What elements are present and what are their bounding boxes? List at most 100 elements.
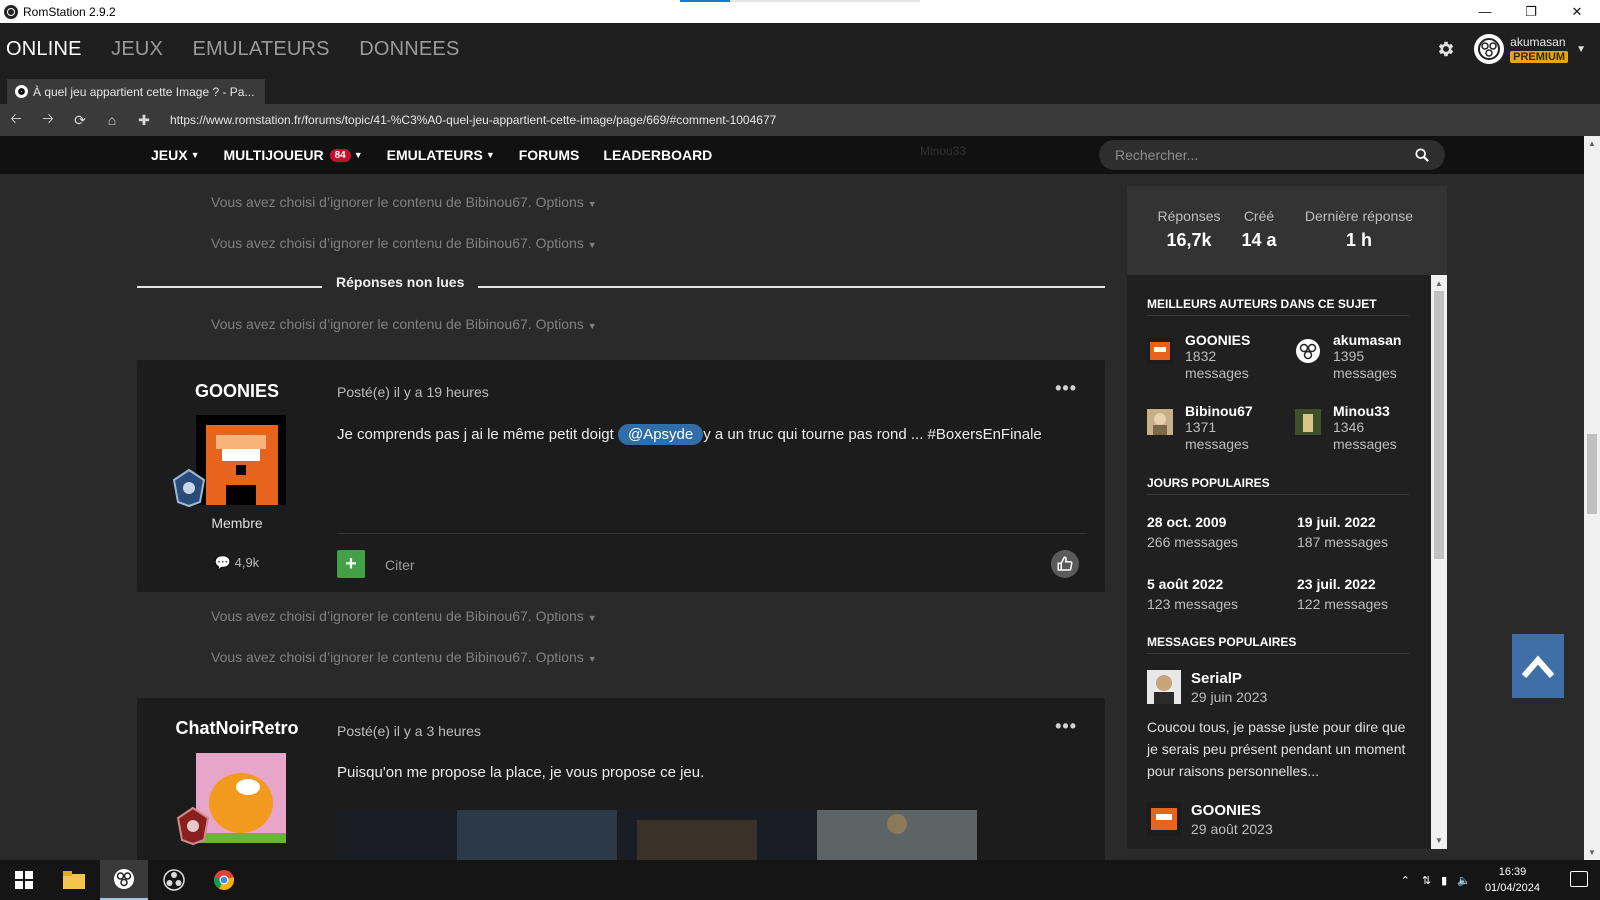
ignored-options-link[interactable]: Options ▼	[536, 649, 597, 665]
popular-day[interactable]: 23 juil. 2022 122 messages	[1297, 576, 1388, 612]
chrome-icon[interactable]	[200, 860, 248, 900]
ignored-options-label: Options	[535, 194, 584, 210]
minimize-button[interactable]: —	[1462, 0, 1508, 23]
author-count-unit: messages	[1333, 436, 1397, 452]
tab-title: À quel jeu appartient cette Image ? - Pa…	[33, 84, 255, 99]
user-menu[interactable]: akumasan PREMIUM	[1510, 35, 1569, 63]
forum-post: GOONIES Membre 💬 4,9k Posté(e) il y a 19…	[137, 360, 1105, 592]
popular-day-date: 28 oct. 2009	[1147, 514, 1227, 530]
sitenav-jeux[interactable]: JEUX ▼	[151, 147, 200, 163]
post-date: Posté(e) il y a 3 heures	[337, 723, 481, 739]
scroll-down-arrow-icon[interactable]: ▼	[1431, 836, 1447, 845]
ignored-options-link[interactable]: Options ▼	[536, 194, 597, 210]
home-icon[interactable]: ⌂	[96, 112, 128, 128]
author-name: Bibinou67	[1185, 403, 1253, 419]
like-button[interactable]	[1051, 550, 1079, 578]
gear-icon[interactable]	[1436, 39, 1456, 59]
top-author[interactable]: Bibinou67 1371 messages	[1147, 403, 1253, 453]
sidebar-panel: MEILLEURS AUTEURS DANS CE SUJET GOONIES 1…	[1127, 275, 1447, 849]
post-author[interactable]: GOONIES	[137, 381, 337, 402]
app-nav-online[interactable]: ONLINE	[6, 38, 82, 60]
app-nav-emulateurs[interactable]: EMULATEURS	[193, 38, 330, 60]
scrollbar-thumb[interactable]	[1587, 434, 1597, 514]
stat-value: 1 h	[1345, 230, 1372, 250]
popular-post-excerpt[interactable]: Coucou tous, je passe juste pour dire qu…	[1147, 716, 1417, 782]
sitenav-multijoueur[interactable]: MULTIJOUEUR 84 ▼	[224, 147, 363, 163]
stat-label: Réponses	[1157, 208, 1221, 224]
popular-post-date: 29 août 2023	[1191, 821, 1273, 837]
author-avatar	[1147, 802, 1181, 836]
post-avatar[interactable]	[196, 415, 286, 505]
sitenav-forums[interactable]: FORUMS	[519, 147, 580, 163]
ignored-text: Vous avez choisi d’ignorer le contenu de…	[211, 194, 532, 210]
ignored-notice: Vous avez choisi d’ignorer le contenu de…	[211, 316, 597, 332]
popular-post-author[interactable]: GOONIES 29 août 2023	[1147, 802, 1273, 837]
battery-icon[interactable]: ▮	[1441, 874, 1447, 887]
scroll-up-arrow-icon[interactable]: ▲	[1584, 139, 1600, 148]
post-options-icon[interactable]: •••	[1055, 378, 1077, 399]
unread-divider-left	[137, 286, 322, 288]
popular-day[interactable]: 19 juil. 2022 187 messages	[1297, 514, 1388, 550]
ignored-options-label: Options	[535, 649, 584, 665]
file-explorer-icon[interactable]	[50, 860, 98, 900]
author-count-unit: messages	[1185, 436, 1249, 452]
sidebar-scrollbar[interactable]: ▲ ▼	[1431, 275, 1447, 849]
user-mention[interactable]: @Apsyde	[617, 424, 704, 445]
obs-icon[interactable]	[150, 860, 198, 900]
post-text: Je comprends pas j ai le même petit doig…	[337, 426, 614, 443]
author-avatar	[1295, 409, 1321, 435]
reload-icon[interactable]: ⟳	[64, 112, 96, 129]
ignored-options-link[interactable]: Options ▼	[536, 235, 597, 251]
close-button[interactable]: ✕	[1554, 0, 1600, 23]
page-scrollbar[interactable]: ▲ ▼	[1584, 136, 1600, 860]
app-nav-donnees[interactable]: DONNEES	[359, 38, 459, 60]
quote-button[interactable]: Citer	[385, 557, 415, 573]
popular-day[interactable]: 5 août 2022 123 messages	[1147, 576, 1238, 612]
search-input[interactable]: Rechercher...	[1099, 140, 1445, 170]
top-author[interactable]: Minou33 1346 messages	[1295, 403, 1397, 453]
sitenav-leaderboard[interactable]: LEADERBOARD	[603, 147, 712, 163]
author-avatar	[1147, 338, 1173, 364]
windows-start-icon[interactable]	[0, 860, 48, 900]
tray-chevron-up-icon[interactable]: ⌃	[1401, 874, 1410, 887]
popular-day[interactable]: 28 oct. 2009 266 messages	[1147, 514, 1238, 550]
stat-label: Créé	[1243, 208, 1275, 224]
volume-icon[interactable]: 🔈	[1457, 874, 1471, 887]
window-titlebar: RomStation 2.9.2 — ❐ ✕	[0, 0, 1600, 23]
new-tab-plus-icon[interactable]: ✚	[128, 112, 160, 129]
top-author[interactable]: GOONIES 1832 messages	[1147, 332, 1250, 382]
forward-arrow-icon[interactable]: 🡢	[32, 108, 64, 132]
author-name: akumasan	[1333, 332, 1402, 348]
address-url[interactable]: https://www.romstation.fr/forums/topic/4…	[170, 113, 776, 127]
scroll-down-arrow-icon[interactable]: ▼	[1584, 848, 1600, 857]
post-image[interactable]	[337, 810, 977, 860]
chevron-down-icon[interactable]: ▼	[1576, 44, 1586, 55]
back-to-top-button[interactable]	[1512, 634, 1564, 698]
top-author[interactable]: akumasan 1395 messages	[1295, 332, 1401, 382]
notifications-icon[interactable]	[1570, 871, 1588, 887]
post-options-icon[interactable]: •••	[1055, 716, 1077, 737]
popular-post-author[interactable]: SerialP 29 juin 2023	[1147, 670, 1267, 705]
rank-badge-icon	[176, 806, 210, 846]
back-arrow-icon[interactable]: 🡠	[0, 108, 32, 132]
romstation-taskbar-icon[interactable]	[100, 860, 148, 900]
window-title: RomStation 2.9.2	[23, 4, 116, 19]
clock-time: 16:39	[1498, 866, 1527, 878]
windows-taskbar: ⌃ ⇅ ▮ 🔈 16:39 01/04/2024	[0, 860, 1600, 900]
search-icon[interactable]	[1415, 148, 1429, 162]
browser-tab[interactable]: À quel jeu appartient cette Image ? - Pa…	[7, 79, 265, 104]
post-author[interactable]: ChatNoirRetro	[137, 718, 337, 739]
forum-post: ChatNoirRetro Posté(e) il y a 3 heures •…	[137, 698, 1105, 860]
user-avatar[interactable]	[1474, 34, 1505, 64]
restore-button[interactable]: ❐	[1508, 0, 1554, 23]
multiquote-plus-button[interactable]: +	[337, 550, 365, 578]
app-nav-jeux[interactable]: JEUX	[111, 38, 163, 60]
scroll-up-arrow-icon[interactable]: ▲	[1431, 279, 1447, 288]
scrollbar-thumb[interactable]	[1434, 291, 1444, 559]
author-count-unit: messages	[1185, 365, 1249, 381]
ignored-options-link[interactable]: Options ▼	[536, 316, 597, 332]
ignored-options-link[interactable]: Options ▼	[536, 608, 597, 624]
sitenav-emulateurs[interactable]: EMULATEURS ▼	[387, 147, 495, 163]
network-icon[interactable]: ⇅	[1422, 874, 1431, 887]
system-clock[interactable]: 16:39 01/04/2024	[1485, 864, 1540, 896]
